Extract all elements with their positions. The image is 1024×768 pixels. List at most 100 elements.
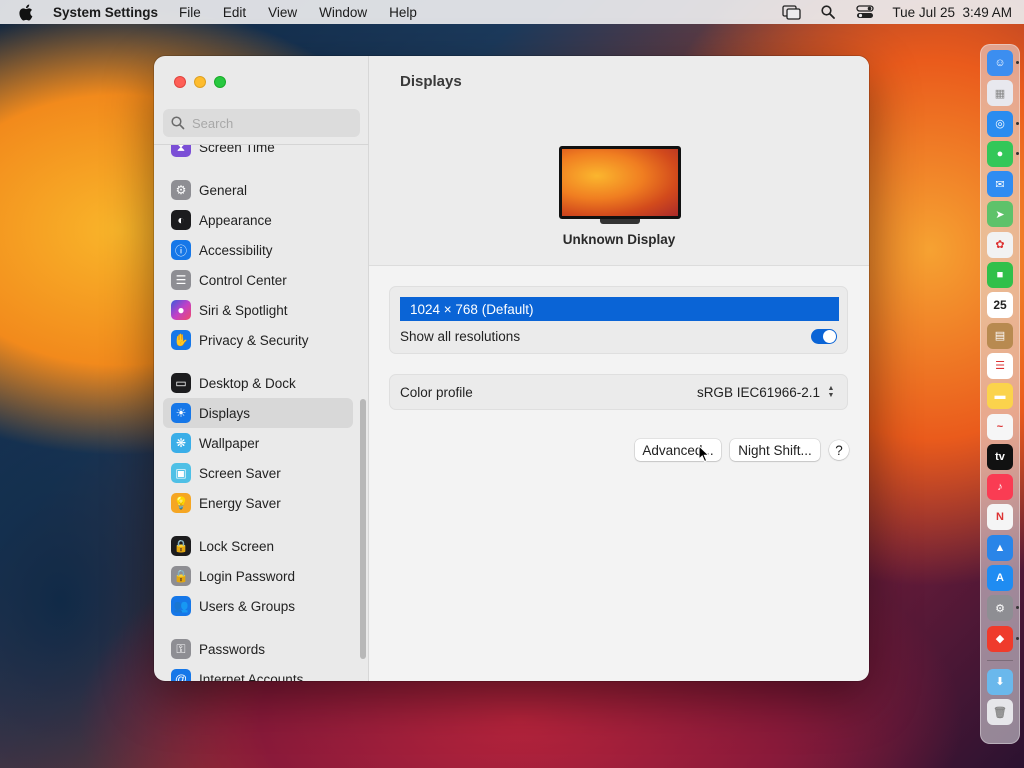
displays-pane: Displays Unknown Display 1024 × 768 (Def… — [369, 56, 869, 681]
color-profile-row: Color profile sRGB IEC61966-2.1 ▲ ▼ — [389, 374, 848, 410]
window-controls — [174, 76, 226, 88]
sidebar: ⧗ Screen Time ⚙ General ◐ Appearance ⓘ A… — [154, 56, 369, 681]
dock-app-store-icon[interactable]: A — [987, 565, 1013, 592]
resolution-option-selected[interactable]: 1024 × 768 (Default) — [400, 297, 839, 321]
dock-safari-icon[interactable]: ◎ — [987, 110, 1019, 137]
sidebar-item-label: Desktop & Dock — [199, 375, 296, 391]
apple-menu-icon[interactable] — [18, 4, 34, 20]
dock-running-indicator — [1016, 61, 1019, 64]
dock-calendar-icon[interactable]: 25 — [987, 292, 1013, 319]
wallpaper-icon: ❋ — [171, 433, 191, 453]
dock-running-indicator — [1016, 151, 1019, 155]
appearance-icon: ◐ — [171, 210, 191, 230]
sidebar-item-energy-saver[interactable]: 💡 Energy Saver — [163, 488, 353, 518]
sidebar-item-control-center[interactable]: ☰ Control Center — [163, 265, 353, 295]
sidebar-item-users-groups[interactable]: 👥 Users & Groups — [163, 591, 353, 621]
dock-launchpad-icon[interactable]: ▦ — [987, 80, 1013, 107]
dock-maps-icon[interactable]: ➤ — [987, 201, 1013, 228]
display-name-label: Unknown Display — [562, 232, 676, 247]
sidebar-item-label: Energy Saver — [199, 495, 281, 511]
menu-view[interactable]: View — [268, 5, 297, 20]
sidebar-item-screen-saver[interactable]: ▣ Screen Saver — [163, 458, 353, 488]
sidebar-item-label: Accessibility — [199, 242, 273, 258]
dock-keynote-icon[interactable]: ▲ — [987, 534, 1013, 561]
app-name-menu[interactable]: System Settings — [53, 5, 158, 20]
sidebar-item-general[interactable]: ⚙ General — [163, 175, 353, 205]
sidebar-item-label: Control Center — [199, 272, 287, 288]
close-button[interactable] — [174, 76, 186, 88]
show-all-resolutions-toggle[interactable] — [811, 329, 837, 344]
dock-music-icon[interactable]: ♪ — [987, 474, 1013, 501]
menu-window[interactable]: Window — [319, 5, 367, 20]
search-field[interactable] — [163, 109, 360, 137]
minimize-button[interactable] — [194, 76, 206, 88]
control-center-icon: ☰ — [171, 270, 191, 290]
lock-icon: 🔒 — [171, 536, 191, 556]
sidebar-item-privacy-security[interactable]: ✋ Privacy & Security — [163, 325, 353, 355]
sidebar-item-label: Siri & Spotlight — [199, 302, 288, 318]
gear-icon: ⚙ — [171, 180, 191, 200]
monitor-stand — [600, 219, 640, 224]
sidebar-item-siri-spotlight[interactable]: ● Siri & Spotlight — [163, 295, 353, 325]
screen-mirroring-icon[interactable] — [781, 4, 801, 20]
dock-running-indicator — [1016, 121, 1019, 125]
sidebar-item-label: Lock Screen — [199, 538, 275, 554]
search-icon — [171, 116, 185, 130]
dock-messages-icon[interactable]: ● — [987, 140, 1019, 167]
menu-file[interactable]: File — [179, 5, 201, 20]
spotlight-search-icon[interactable] — [818, 4, 838, 20]
at-icon: @ — [171, 669, 191, 681]
sidebar-scrollbar[interactable] — [360, 399, 366, 659]
hourglass-icon: ⧗ — [171, 145, 191, 157]
dock-mail-icon[interactable]: ✉ — [987, 171, 1013, 198]
dock-system-settings-icon[interactable]: ⚙ — [987, 595, 1019, 622]
sidebar-item-label: Internet Accounts — [199, 671, 304, 682]
sidebar-item-lock-screen[interactable]: 🔒 Lock Screen — [163, 531, 353, 561]
sidebar-item-login-password[interactable]: 🔒 Login Password — [163, 561, 353, 591]
sidebar-item-wallpaper[interactable]: ❋ Wallpaper — [163, 428, 353, 458]
sidebar-item-accessibility[interactable]: ⓘ Accessibility — [163, 235, 353, 265]
dock-running-indicator — [1016, 606, 1019, 610]
sidebar-item-passwords[interactable]: ⚿ Passwords — [163, 634, 353, 664]
dock-separator — [987, 659, 1013, 661]
color-profile-popup[interactable]: sRGB IEC61966-2.1 ▲ ▼ — [697, 384, 837, 400]
dock-downloads-folder-icon[interactable]: ⬇ — [987, 668, 1013, 695]
dock-reminders-icon[interactable]: ☰ — [987, 352, 1013, 379]
sidebar-item-internet-accounts[interactable]: @ Internet Accounts — [163, 664, 353, 681]
zoom-button[interactable] — [214, 76, 226, 88]
help-button[interactable]: ? — [829, 440, 849, 460]
sidebar-item-label: Passwords — [199, 641, 266, 657]
sidebar-item-appearance[interactable]: ◐ Appearance — [163, 205, 353, 235]
dock-trash-icon[interactable]: 🗑 — [987, 699, 1013, 726]
monitor-screen — [559, 146, 681, 219]
dock-photos-icon[interactable]: ✿ — [987, 231, 1013, 258]
screensaver-icon: ▣ — [171, 463, 191, 483]
show-all-resolutions-label: Show all resolutions — [400, 329, 521, 344]
dock-news-icon[interactable]: N — [987, 504, 1013, 531]
night-shift-button[interactable]: Night Shift... — [730, 439, 820, 461]
sidebar-item-desktop-dock[interactable]: ▭ Desktop & Dock — [163, 368, 353, 398]
dock-notes-app-icon[interactable]: ▤ — [987, 322, 1013, 349]
sidebar-item-label: Login Password — [199, 568, 296, 584]
menu-help[interactable]: Help — [389, 5, 417, 20]
menu-edit[interactable]: Edit — [223, 5, 246, 20]
dock-notes-icon[interactable]: ▬ — [987, 383, 1013, 410]
display-thumbnail[interactable] — [559, 146, 681, 224]
siri-icon: ● — [171, 300, 191, 320]
menu-bar: System Settings File Edit View Window He… — [0, 0, 1024, 24]
search-input[interactable] — [192, 115, 352, 131]
sidebar-item-label: Users & Groups — [199, 598, 296, 614]
dock-apple-tv-icon[interactable]: tv — [987, 443, 1013, 470]
menubar-clock[interactable]: Tue Jul 25 3:49 AM — [892, 5, 1012, 20]
sidebar-item-screen-time[interactable]: ⧗ Screen Time — [163, 145, 353, 162]
sidebar-item-displays[interactable]: ☀ Displays — [163, 398, 353, 428]
dock-finder-icon[interactable]: ☺ — [987, 50, 1019, 76]
sidebar-item-label: Screen Saver — [199, 465, 281, 481]
control-center-icon[interactable] — [855, 4, 875, 20]
sidebar-item-label: Wallpaper — [199, 435, 260, 451]
sidebar-item-label: Appearance — [199, 212, 272, 228]
dock-anydesk-icon[interactable]: ◆ — [987, 625, 1019, 652]
dock-freeform-icon[interactable]: ~ — [987, 413, 1013, 440]
dock-facetime-icon[interactable]: ■ — [987, 262, 1013, 289]
lock-gray-icon: 🔒 — [171, 566, 191, 586]
